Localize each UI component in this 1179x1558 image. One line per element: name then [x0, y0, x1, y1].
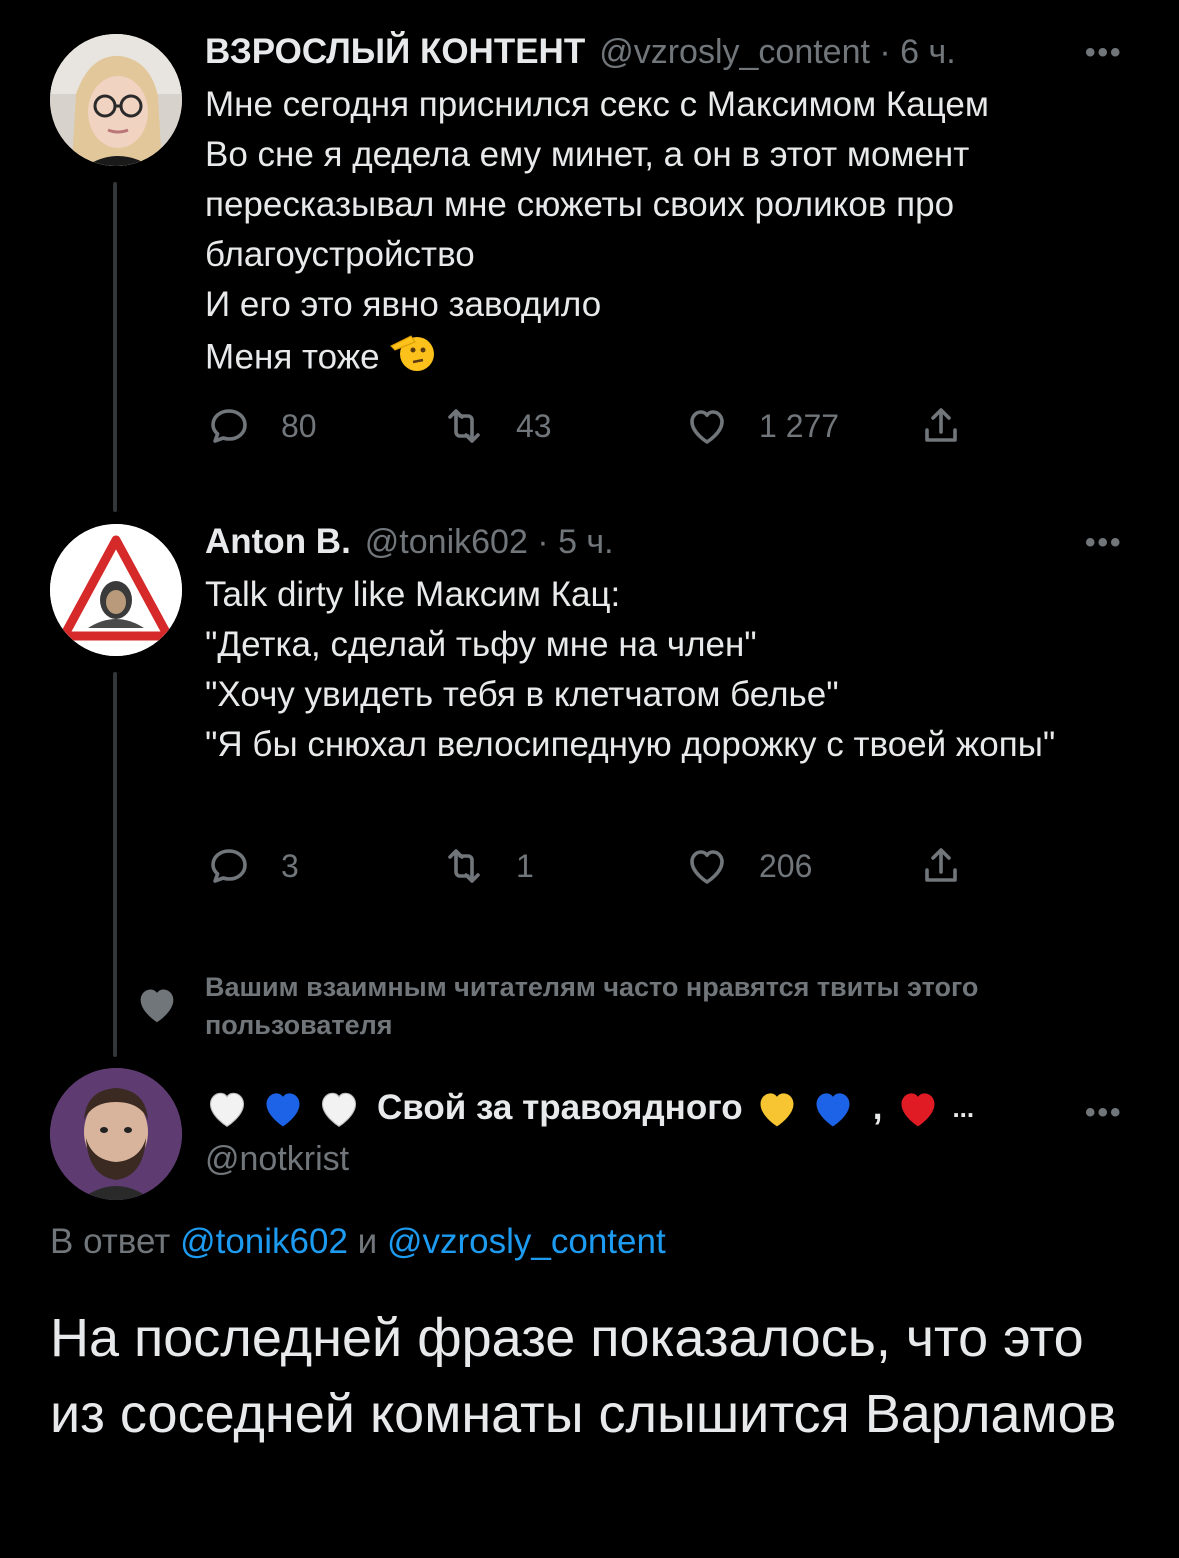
- avatar[interactable]: [50, 524, 182, 656]
- reply-button[interactable]: 3: [205, 842, 299, 890]
- reply-count: 3: [281, 847, 299, 884]
- yellow-heart-icon: [755, 1086, 799, 1130]
- share-icon: [925, 848, 957, 882]
- thread-connector-2: [113, 672, 117, 1057]
- retweet-icon: [448, 409, 480, 443]
- retweet-button[interactable]: 1: [440, 842, 534, 890]
- main-tweet-header: Свой за травоядного , ...: [205, 1086, 974, 1130]
- tweet-actions: 80 43 1 277: [205, 402, 985, 452]
- like-button[interactable]: 1 277: [683, 402, 839, 450]
- reply-joiner: и: [357, 1222, 378, 1261]
- tweet-text-body: Мне сегодня приснился секс с Максимом Ка…: [205, 85, 989, 377]
- saluting-face-icon: [389, 330, 435, 388]
- username-and-time[interactable]: @tonik602 · 5 ч.: [365, 523, 614, 562]
- share-button[interactable]: [917, 402, 993, 450]
- tweet-text: Мне сегодня приснился секс с Максимом Ка…: [205, 80, 1135, 388]
- red-heart-icon: [896, 1086, 940, 1130]
- username-and-time[interactable]: @vzrosly_content · 6 ч.: [599, 33, 955, 72]
- reply-icon: [211, 849, 247, 883]
- name-ellipsis: ...: [952, 1092, 975, 1123]
- reply-icon: [211, 409, 247, 443]
- heart-icon: [135, 984, 179, 1029]
- display-name[interactable]: ВЗРОСЛЫЙ КОНТЕНТ: [205, 32, 585, 72]
- heart-icon: [690, 410, 724, 444]
- blue-heart-icon: [811, 1086, 855, 1130]
- display-name[interactable]: Anton B.: [205, 522, 351, 562]
- more-options-icon[interactable]: •••: [1085, 1096, 1123, 1130]
- share-icon: [925, 408, 957, 442]
- more-options-icon[interactable]: •••: [1085, 36, 1123, 70]
- blue-heart-icon: [261, 1086, 305, 1130]
- reply-prefix: В ответ: [50, 1222, 171, 1261]
- like-count: 1 277: [759, 407, 840, 444]
- tweet-header: ВЗРОСЛЫЙ КОНТЕНТ @vzrosly_content · 6 ч.: [205, 32, 956, 72]
- more-options-icon[interactable]: •••: [1085, 526, 1123, 560]
- main-tweet-text: На последней фразе показалось, что это и…: [50, 1308, 1117, 1444]
- tweet-header: Anton B. @tonik602 · 5 ч.: [205, 522, 614, 562]
- avatar[interactable]: [50, 1068, 182, 1200]
- retweet-icon: [448, 849, 480, 883]
- like-button[interactable]: 206: [683, 842, 812, 890]
- tweet-actions: 3 1 206: [205, 842, 985, 892]
- replying-to: В ответ @tonik602 и @vzrosly_content: [50, 1222, 666, 1262]
- retweet-count: 1: [516, 847, 534, 884]
- tweet-text: Talk dirty like Максим Кац: "Детка, сдел…: [205, 575, 1056, 764]
- white-heart-icon: [317, 1086, 361, 1130]
- display-name[interactable]: Свой за травоядного: [377, 1088, 743, 1128]
- heart-icon: [690, 850, 724, 884]
- thread-connector-1: [113, 182, 117, 512]
- mention-link[interactable]: @vzrosly_content: [387, 1222, 666, 1261]
- share-button[interactable]: [917, 842, 993, 890]
- social-context-text: Вашим взаимным читателям часто нравятся …: [205, 972, 979, 1040]
- reply-count: 80: [281, 407, 317, 444]
- retweet-count: 43: [516, 407, 552, 444]
- mention-link[interactable]: @tonik602: [180, 1222, 348, 1261]
- reply-button[interactable]: 80: [205, 402, 317, 450]
- avatar[interactable]: [50, 34, 182, 166]
- username[interactable]: @notkrist: [205, 1140, 349, 1179]
- retweet-button[interactable]: 43: [440, 402, 552, 450]
- name-separator: ,: [872, 1088, 883, 1127]
- white-heart-icon: [205, 1086, 249, 1130]
- like-count: 206: [759, 847, 813, 884]
